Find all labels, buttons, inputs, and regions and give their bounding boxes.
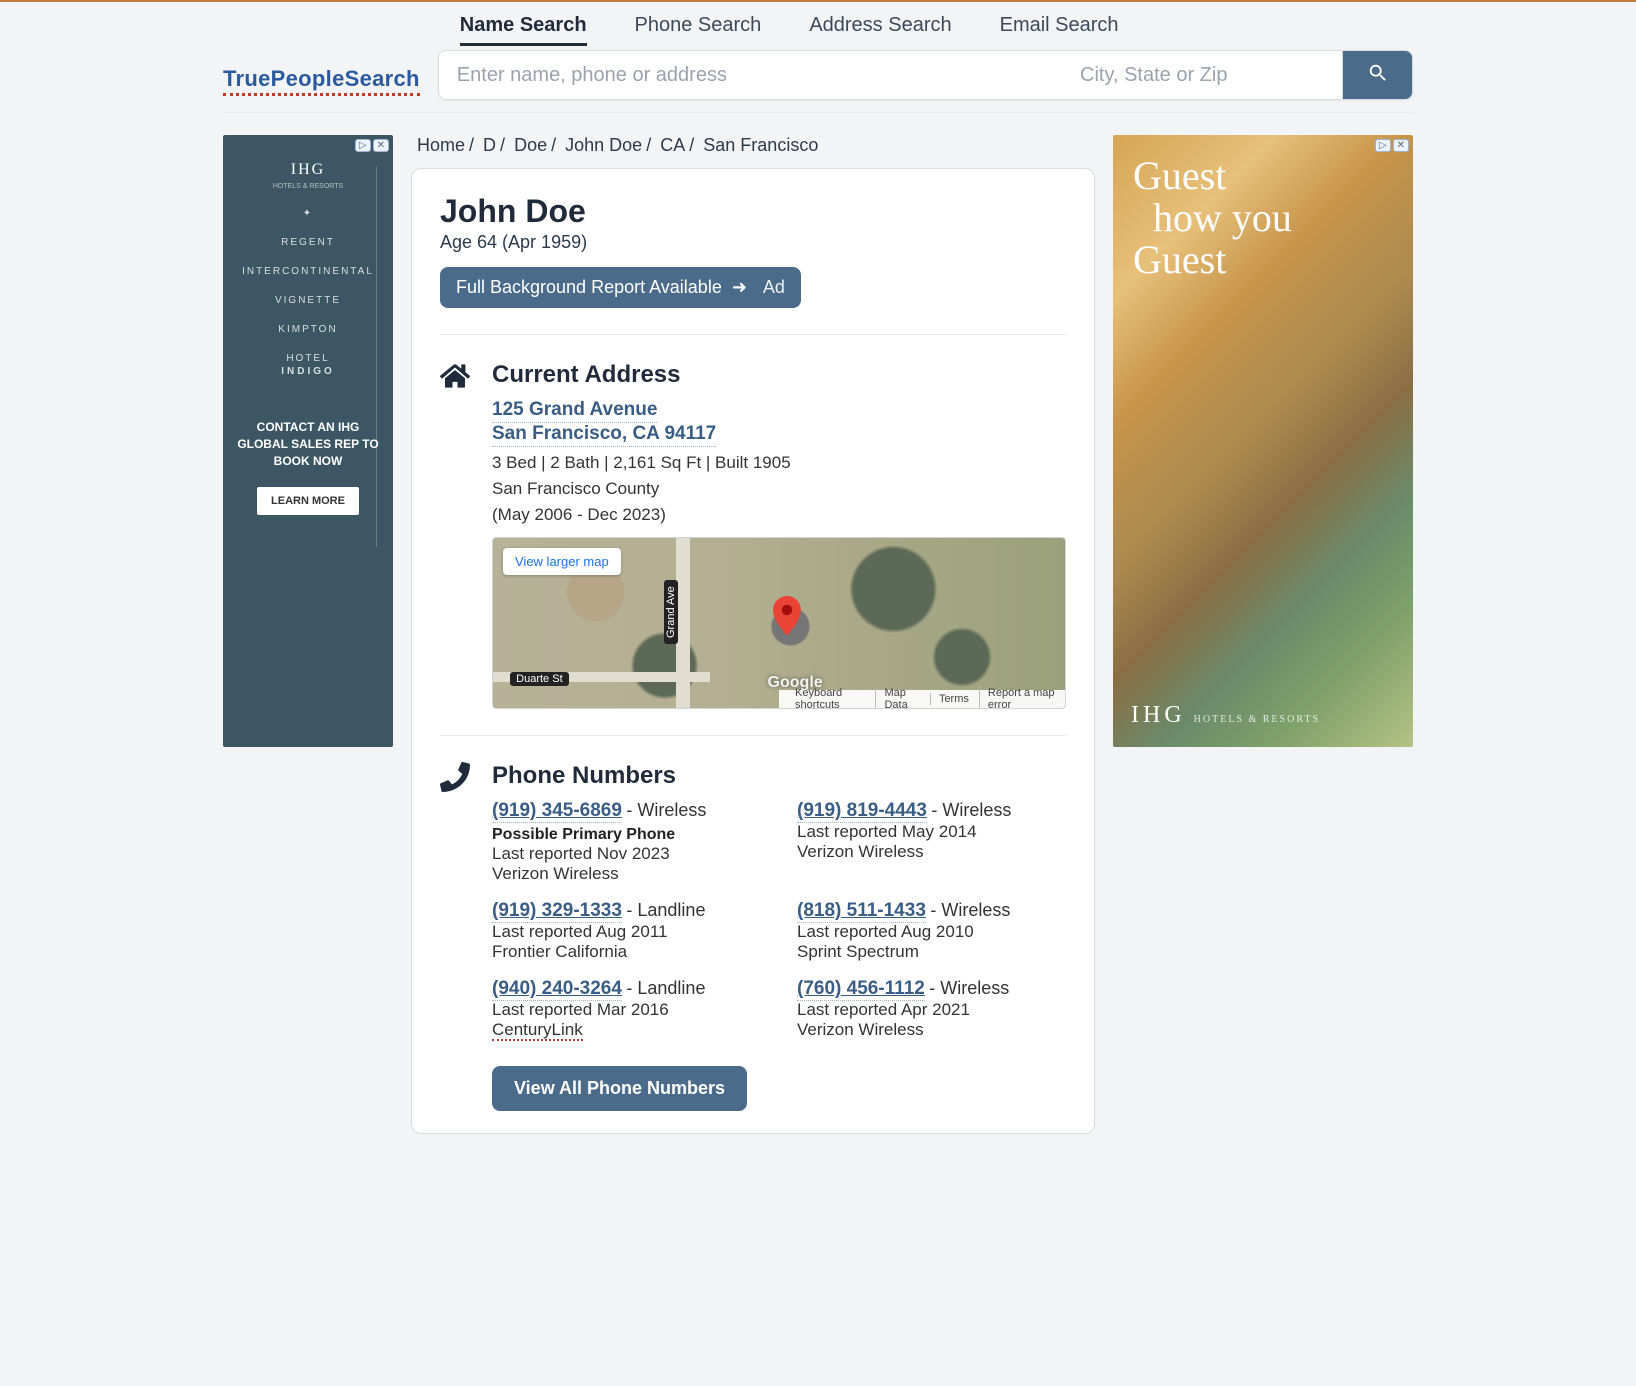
section-phone-numbers: Phone Numbers: [492, 762, 1066, 790]
phone-number-link[interactable]: (919) 329-1333: [492, 900, 622, 923]
address-county: San Francisco County: [492, 479, 1066, 499]
background-report-button[interactable]: Full Background Report Available ➜ Ad: [440, 267, 801, 308]
ad-left[interactable]: ▷✕ IHG HOTELS & RESORTS ✦ REGENT INTERCO…: [223, 135, 393, 747]
search-tabs: Name Search Phone Search Address Search …: [438, 10, 1413, 50]
view-all-phones-button[interactable]: View All Phone Numbers: [492, 1066, 747, 1111]
phone-entry: (919) 329-1333 - LandlineLast reported A…: [492, 900, 761, 962]
search-icon: [1367, 62, 1389, 89]
phone-number-link[interactable]: (818) 511-1433: [797, 900, 926, 923]
phone-number-link[interactable]: (940) 240-3264: [492, 978, 622, 1001]
phone-number-link[interactable]: (760) 456-1112: [797, 978, 925, 1001]
tab-email-search[interactable]: Email Search: [1000, 14, 1119, 46]
phone-entry: (760) 456-1112 - WirelessLast reported A…: [797, 978, 1066, 1040]
section-current-address: Current Address: [492, 361, 1066, 389]
phone-entry: (940) 240-3264 - LandlineLast reported M…: [492, 978, 761, 1040]
adchoices-icon: ▷✕: [355, 139, 389, 152]
site-logo[interactable]: TruePeopleSearch: [223, 66, 420, 100]
arrow-right-icon: ➜: [732, 277, 747, 298]
view-larger-map[interactable]: View larger map: [503, 548, 621, 575]
search-name-input[interactable]: [439, 51, 1062, 99]
phone-entry: (919) 819-4443 - WirelessLast reported M…: [797, 800, 1066, 884]
person-name: John Doe: [440, 193, 1066, 230]
address-line1[interactable]: 125 Grand Avenue: [492, 399, 657, 423]
tab-phone-search[interactable]: Phone Search: [635, 14, 762, 46]
phone-entry: (818) 511-1433 - WirelessLast reported A…: [797, 900, 1066, 962]
home-icon: [440, 361, 474, 709]
tab-name-search[interactable]: Name Search: [460, 14, 587, 46]
breadcrumb: Home/ D/ Doe/ John Doe/ CA/ San Francisc…: [417, 135, 1095, 156]
ad-left-learn-more[interactable]: LEARN MORE: [257, 487, 359, 515]
phone-entry: (919) 345-6869 - WirelessPossible Primar…: [492, 800, 761, 884]
map-embed[interactable]: View larger map Grand Ave Duarte St Goog…: [492, 537, 1066, 709]
phone-number-link[interactable]: (919) 345-6869: [492, 800, 622, 823]
adchoices-icon: ▷✕: [1375, 139, 1409, 152]
person-age: Age 64 (Apr 1959): [440, 232, 1066, 253]
address-line2[interactable]: San Francisco, CA 94117: [492, 423, 716, 447]
search-button[interactable]: [1342, 51, 1412, 99]
address-specs: 3 Bed | 2 Bath | 2,161 Sq Ft | Built 190…: [492, 453, 1066, 473]
address-dates: (May 2006 - Dec 2023): [492, 505, 1066, 525]
phone-number-link[interactable]: (919) 819-4443: [797, 800, 927, 823]
tab-address-search[interactable]: Address Search: [809, 14, 951, 46]
phone-icon: [440, 762, 474, 1111]
ad-right[interactable]: ▷✕ Guest how you Guest IHGHOTELS & RESOR…: [1113, 135, 1413, 747]
map-pin-icon: [773, 596, 801, 636]
search-location-input[interactable]: [1062, 51, 1342, 99]
